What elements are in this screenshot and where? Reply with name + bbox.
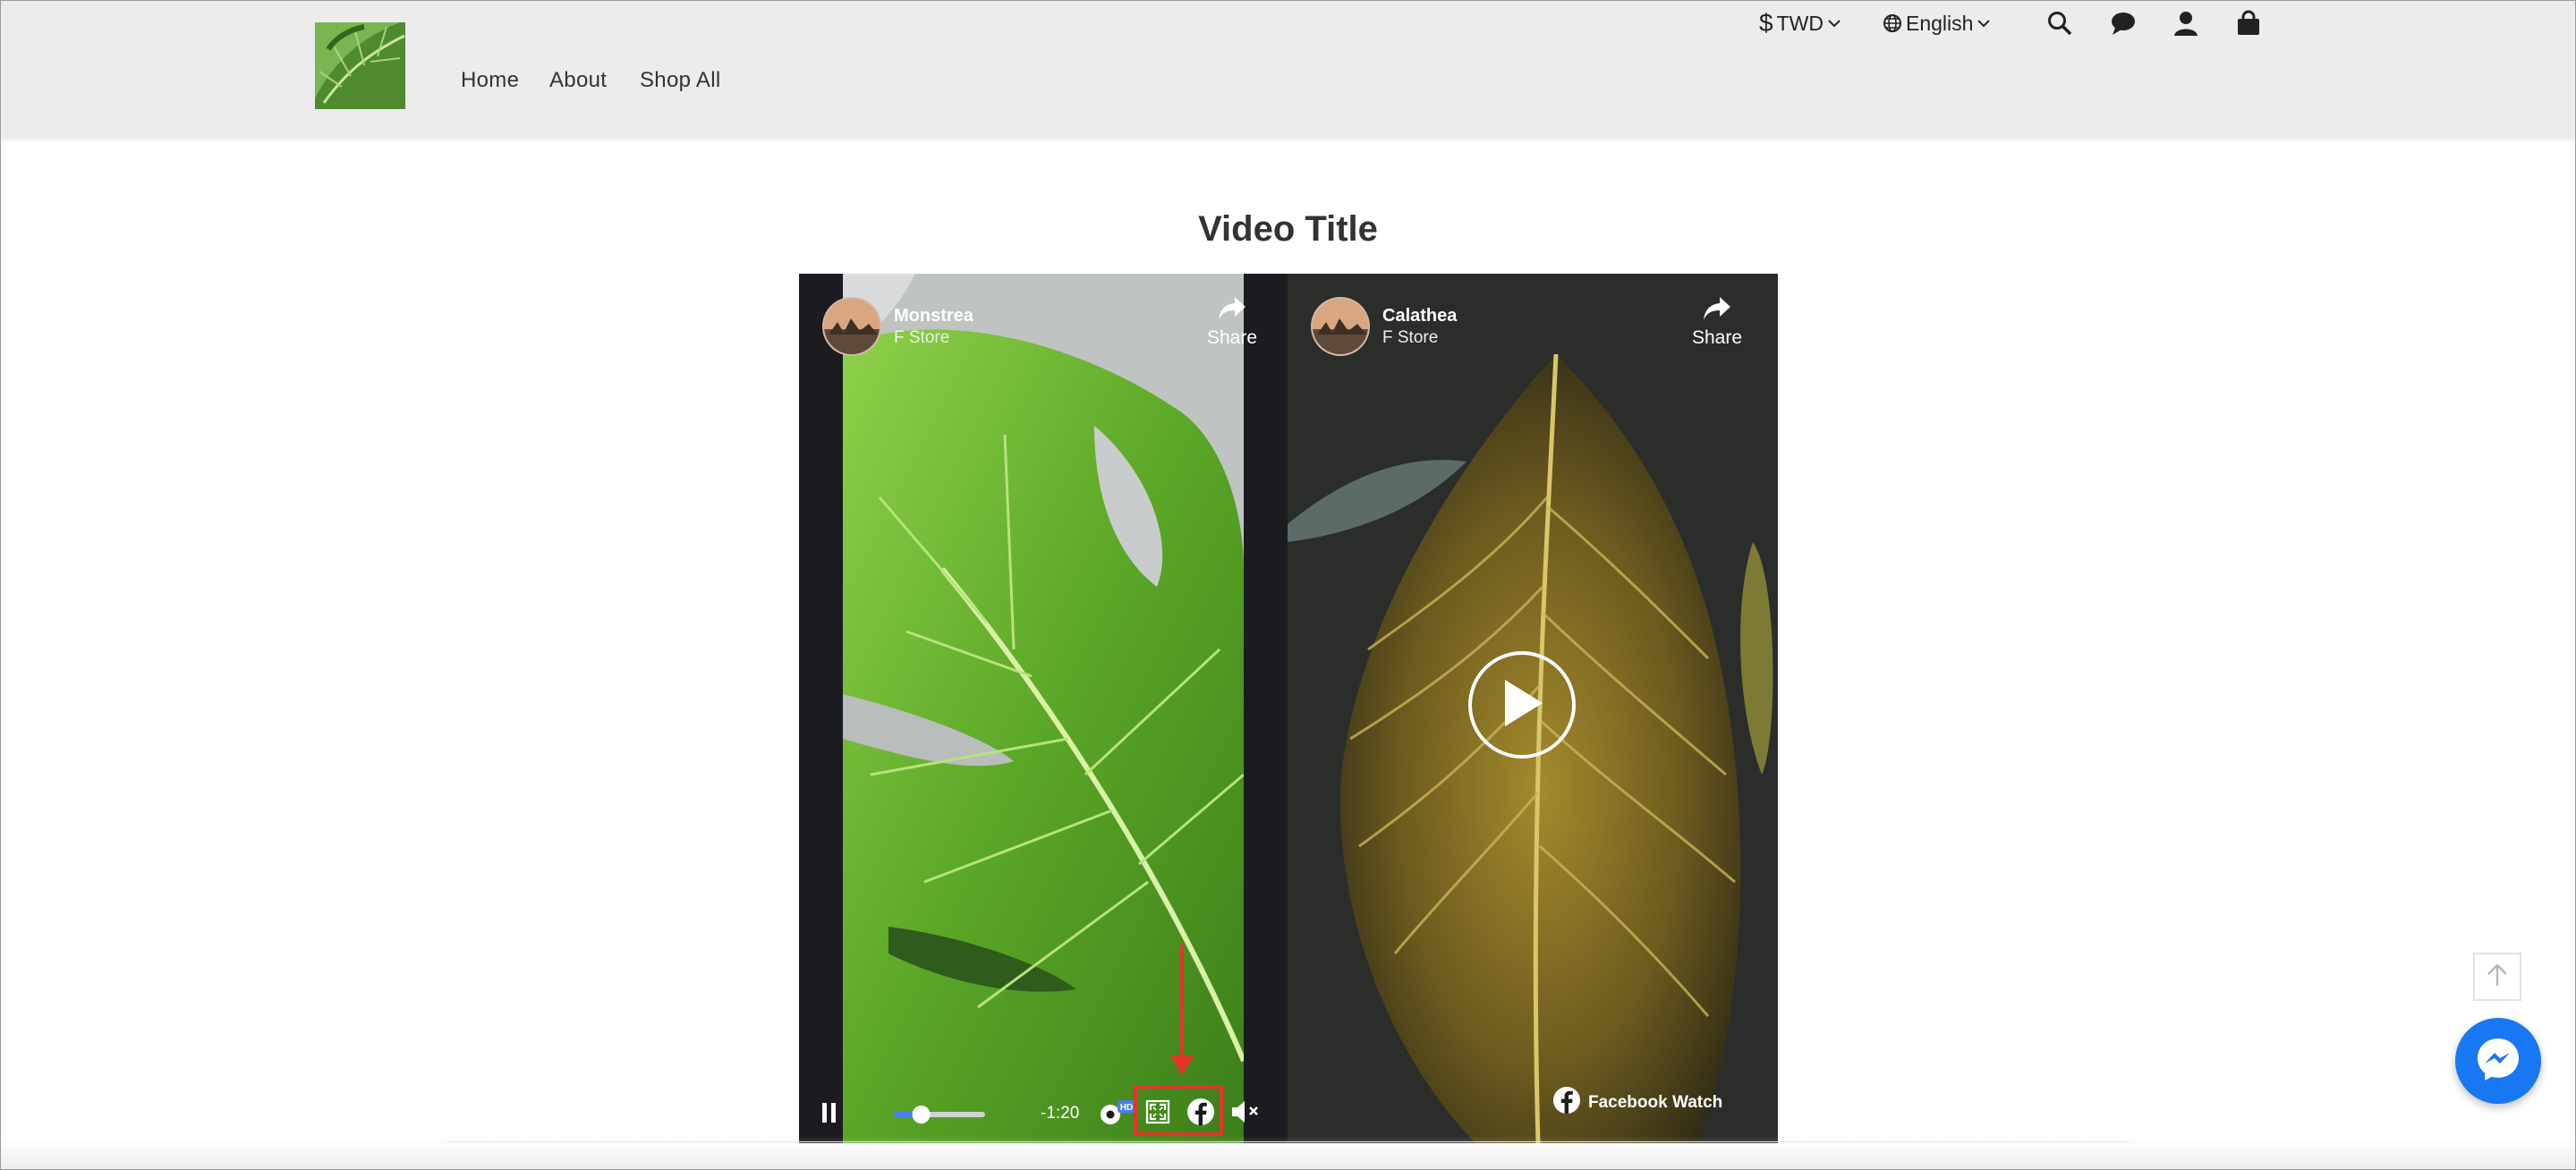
share-label: Share	[1692, 327, 1743, 348]
share-icon	[1702, 295, 1732, 327]
share-icon	[1217, 295, 1247, 327]
video-player-monstrea[interactable]: Monstrea F Store Share -1:20 HD	[799, 274, 1288, 1143]
annotation-arrow-head	[1170, 1056, 1194, 1075]
account-icon[interactable]	[2170, 7, 2202, 39]
arrow-up-icon	[2486, 962, 2509, 992]
avatar[interactable]	[822, 297, 881, 356]
chevron-down-icon	[1827, 18, 1841, 29]
back-to-top-button[interactable]	[2473, 953, 2521, 1001]
play-icon	[1500, 678, 1544, 733]
site-header: Home About Shop All $ TWD English	[0, 0, 2576, 139]
search-icon[interactable]	[2044, 7, 2076, 39]
annotation-arrow	[1180, 945, 1184, 1059]
nav-about[interactable]: About	[549, 68, 607, 93]
settings-gear-icon[interactable]: HD	[1096, 1097, 1135, 1129]
share-label: Share	[1207, 327, 1258, 348]
chevron-down-icon	[1977, 18, 1991, 29]
globe-icon	[1883, 13, 1902, 33]
video-author[interactable]: Calathea	[1382, 304, 1457, 327]
facebook-watch-label: Facebook Watch	[1588, 1093, 1723, 1112]
store-logo[interactable]	[315, 22, 405, 109]
video-frame-monstrea	[799, 274, 1288, 1143]
play-button[interactable]	[1468, 651, 1576, 759]
currency-label: TWD	[1776, 11, 1824, 35]
share-button[interactable]: Share	[1692, 295, 1742, 349]
pause-icon[interactable]	[820, 1100, 838, 1125]
avatar[interactable]	[1311, 297, 1370, 356]
video-header-calathea: Calathea F Store	[1311, 297, 1457, 356]
facebook-watch-link[interactable]: Facebook Watch	[1552, 1086, 1722, 1120]
bottom-fade	[0, 1136, 2576, 1170]
language-selector[interactable]: English	[1883, 9, 1991, 38]
mute-icon[interactable]	[1230, 1098, 1262, 1125]
video-header-monstrea: Monstrea F Store	[822, 297, 973, 356]
language-label: English	[1906, 11, 1974, 35]
shopping-bag-icon[interactable]	[2232, 7, 2265, 39]
nav-shop-all[interactable]: Shop All	[640, 68, 720, 93]
video-embed-grid: Monstrea F Store Share -1:20 HD Calathea…	[799, 274, 1778, 1143]
nav-home[interactable]: Home	[461, 68, 519, 93]
messenger-icon	[2475, 1036, 2521, 1087]
time-remaining: -1:20	[1041, 1104, 1080, 1123]
facebook-icon	[1552, 1086, 1581, 1120]
chat-icon[interactable]	[2107, 7, 2139, 39]
video-author[interactable]: Monstrea	[894, 304, 973, 327]
share-button[interactable]: Share	[1207, 295, 1257, 349]
video-page-name[interactable]: F Store	[894, 327, 973, 349]
volume-slider[interactable]	[892, 1106, 987, 1123]
messenger-chat-button[interactable]	[2455, 1018, 2541, 1104]
video-page-name[interactable]: F Store	[1382, 327, 1457, 349]
section-title: Video Title	[1198, 209, 1378, 249]
currency-selector[interactable]: $ TWD	[1759, 9, 1841, 38]
annotation-highlight-box	[1134, 1085, 1223, 1136]
volume-slider-track	[894, 1106, 985, 1123]
currency-symbol: $	[1759, 9, 1773, 37]
hd-badge: HD	[1120, 1103, 1133, 1113]
video-player-calathea[interactable]: Calathea F Store Share Facebook Watch	[1288, 274, 1778, 1143]
